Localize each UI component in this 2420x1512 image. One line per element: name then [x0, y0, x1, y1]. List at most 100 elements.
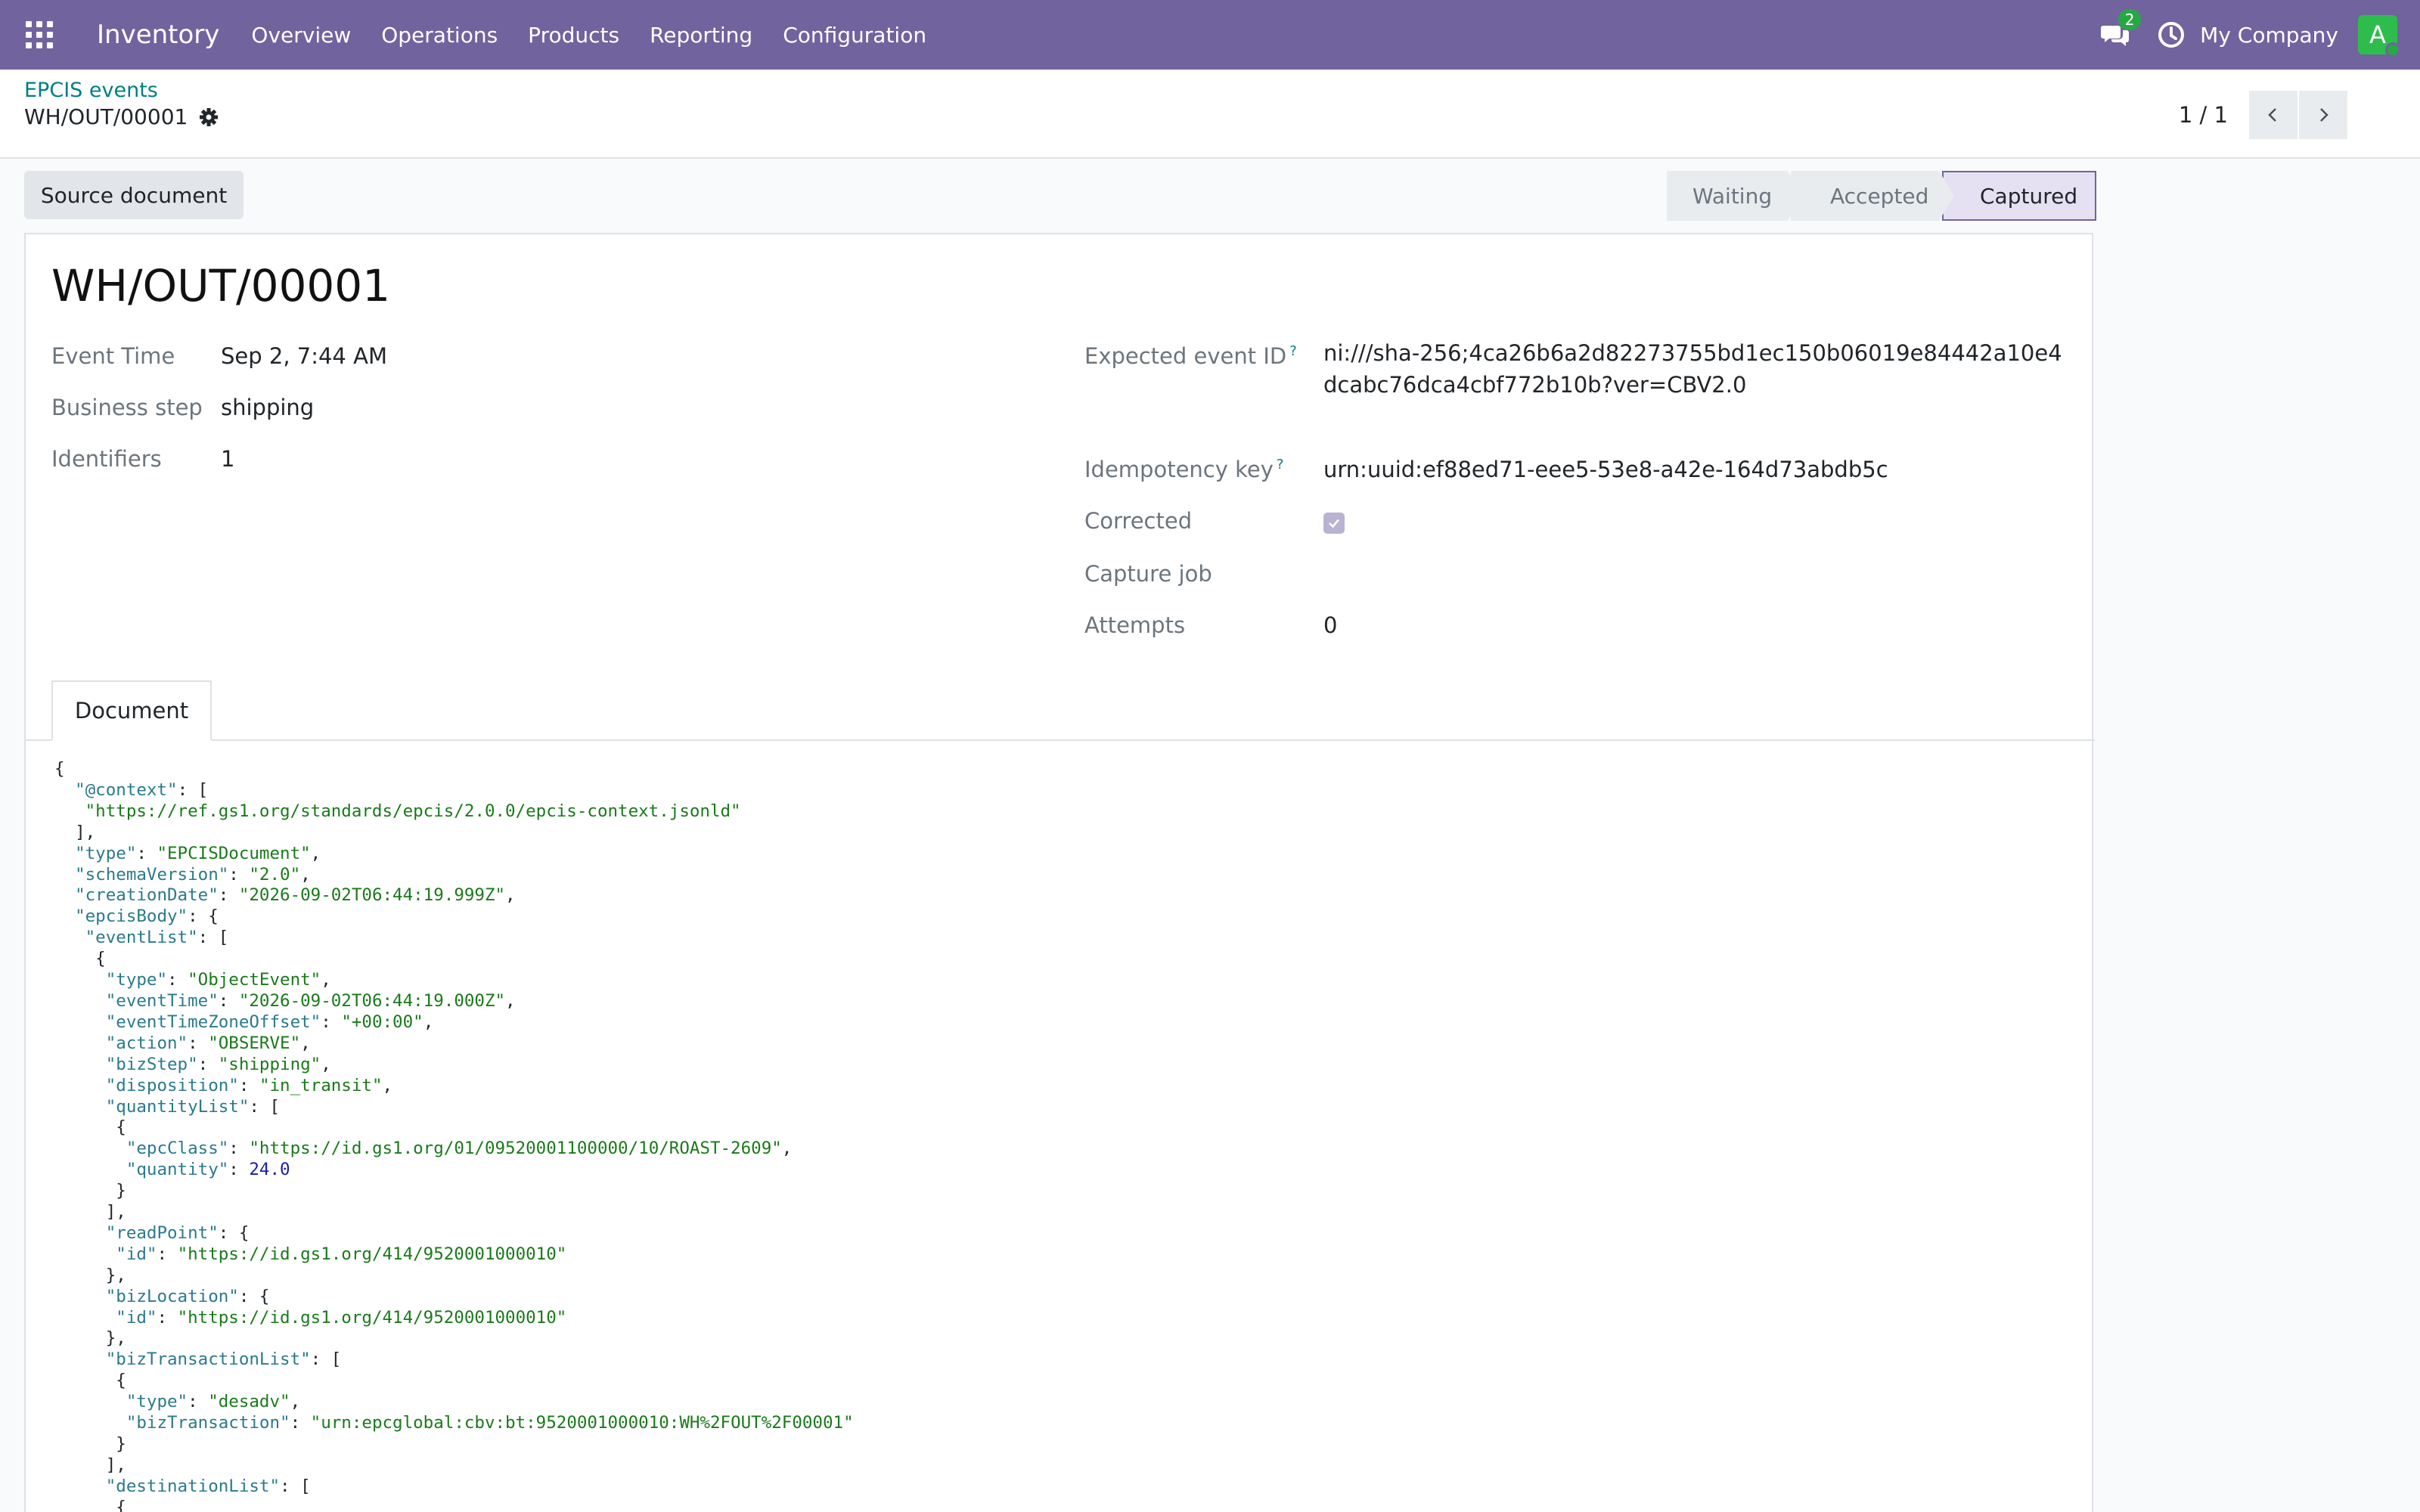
json-punctuation: : [157, 1244, 178, 1264]
json-key: "bizTransaction" [126, 1413, 290, 1433]
json-string: "EPCISDocument" [157, 843, 311, 863]
attempts-label: Attempts [1084, 612, 1186, 638]
json-punctuation: : { [218, 1222, 250, 1243]
gear-icon[interactable] [198, 107, 219, 128]
chevron-right-icon [2320, 108, 2328, 122]
identifiers-value[interactable]: 1 [221, 446, 234, 472]
json-punctuation [54, 1055, 106, 1074]
json-string: "shipping" [218, 1054, 321, 1074]
json-key: "bizLocation" [105, 1286, 239, 1306]
code-line: "type": "desadv", [54, 1392, 854, 1413]
json-punctuation: ], [54, 1202, 126, 1222]
json-punctuation [54, 1012, 106, 1032]
nav-item-configuration[interactable]: Configuration [783, 23, 926, 48]
help-tooltip-icon[interactable]: ? [1277, 457, 1284, 472]
json-punctuation: : [290, 1413, 311, 1433]
tab-document[interactable]: Document [51, 680, 212, 741]
json-punctuation [54, 1476, 106, 1496]
stage-waiting[interactable]: Waiting [1667, 171, 1803, 221]
json-string: "urn:epcglobal:cbv:bt:9520001000010:WH%2… [310, 1413, 854, 1433]
json-punctuation: , [781, 1139, 793, 1159]
capture-job-label: Capture job [1084, 561, 1212, 587]
json-string: "https://id.gs1.org/01/09520001100000/10… [249, 1139, 782, 1159]
nav-item-products[interactable]: Products [528, 23, 619, 48]
json-punctuation [54, 1349, 106, 1369]
json-key: "disposition" [105, 1075, 239, 1095]
document-json-editor[interactable]: { "@context": [ "https://ref.gs1.org/sta… [54, 759, 854, 1512]
attempts-value: 0 [1323, 612, 1338, 638]
code-line: }, [54, 1266, 854, 1287]
json-punctuation: : { [188, 906, 219, 927]
json-punctuation: : [228, 1139, 250, 1159]
corrected-checkbox[interactable] [1323, 513, 1345, 534]
json-string: "desadv" [208, 1392, 290, 1412]
help-tooltip-icon[interactable]: ? [1289, 343, 1297, 359]
json-punctuation: } [54, 1181, 126, 1201]
breadcrumb-current: WH/OUT/00001 [24, 104, 219, 129]
json-punctuation [54, 1160, 126, 1179]
source-document-button[interactable]: Source document [24, 171, 244, 219]
json-key: "creationDate" [75, 885, 219, 906]
nav-item-overview[interactable]: Overview [251, 23, 351, 48]
json-punctuation: , [321, 1054, 331, 1074]
json-punctuation: ], [54, 822, 96, 842]
breadcrumb-parent-link[interactable]: EPCIS events [24, 79, 158, 102]
code-line: "type": "EPCISDocument", [54, 844, 854, 865]
code-line: ], [54, 1455, 854, 1476]
stage-accepted[interactable]: Accepted [1791, 171, 1954, 221]
json-punctuation: { [54, 949, 106, 969]
json-key: "bizTransactionList" [105, 1349, 311, 1370]
json-punctuation [54, 1076, 106, 1095]
pager-previous-button[interactable] [2249, 91, 2297, 139]
apps-menu-icon[interactable] [26, 21, 53, 48]
activity-clock-icon[interactable] [2156, 20, 2186, 50]
json-string: "ObjectEvent" [188, 970, 321, 990]
json-punctuation [54, 1223, 106, 1243]
code-line: "id": "https://id.gs1.org/414/9520001000… [54, 1308, 854, 1329]
user-avatar[interactable]: A [2358, 15, 2400, 57]
json-punctuation: : [ [177, 779, 209, 800]
messages-count-badge: 2 [2118, 9, 2142, 30]
json-punctuation: , [290, 1392, 301, 1412]
json-string: "https://ref.gs1.org/standards/epcis/2.0… [85, 801, 741, 821]
messages-icon[interactable]: 2 [2100, 9, 2142, 50]
stage-captured[interactable]: Captured [1942, 171, 2096, 221]
pager-next-button[interactable] [2299, 91, 2347, 139]
json-key: "type" [75, 843, 137, 863]
json-key: "eventTimeZoneOffset" [105, 1012, 321, 1032]
json-punctuation: { [54, 1371, 126, 1391]
code-line: "type": "ObjectEvent", [54, 970, 854, 991]
nav-item-reporting[interactable]: Reporting [650, 23, 752, 48]
json-punctuation: : [188, 1392, 209, 1412]
company-switcher[interactable]: My Company [2200, 23, 2338, 48]
json-punctuation: { [54, 1117, 126, 1138]
json-punctuation: , [300, 1033, 311, 1053]
json-punctuation: : [188, 1033, 209, 1053]
json-key: "destinationList" [105, 1476, 281, 1496]
code-line: "destinationList": [ [54, 1476, 854, 1498]
code-line: "disposition": "in_transit", [54, 1076, 854, 1097]
pager-value[interactable]: 1 / 1 [2179, 102, 2228, 128]
json-key: "schemaVersion" [75, 864, 229, 885]
check-icon [1329, 519, 1339, 528]
code-line: "bizLocation": { [54, 1287, 854, 1308]
json-punctuation: : [218, 990, 239, 1011]
code-line: }, [54, 1328, 854, 1349]
json-punctuation: : [228, 1160, 250, 1180]
json-punctuation: , [505, 990, 516, 1011]
json-key: "epcClass" [126, 1139, 229, 1159]
code-line: { [54, 1371, 854, 1392]
json-punctuation: : [238, 1075, 259, 1095]
app-name[interactable]: Inventory [97, 20, 219, 50]
json-punctuation: : [136, 843, 157, 863]
record-title: WH/OUT/00001 [51, 260, 391, 311]
json-punctuation: : [ [310, 1349, 342, 1370]
code-line: { [54, 1117, 854, 1139]
code-line: "eventTime": "2026-09-02T06:44:19.000Z", [54, 991, 854, 1012]
json-key: "type" [126, 1392, 188, 1412]
json-punctuation: : [218, 885, 239, 906]
json-punctuation [54, 1244, 116, 1264]
json-punctuation: : [157, 1307, 178, 1328]
nav-item-operations[interactable]: Operations [381, 23, 498, 48]
json-punctuation [54, 1033, 106, 1053]
